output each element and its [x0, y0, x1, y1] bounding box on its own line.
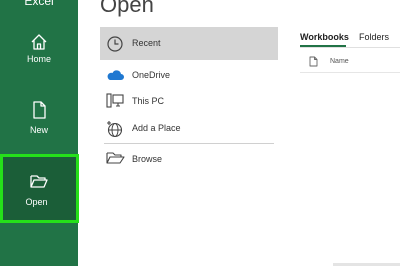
list-header-rule — [300, 72, 400, 73]
backstage-sidebar: Excel Home New Open — [0, 0, 79, 266]
location-recent-label: Recent — [132, 38, 161, 48]
location-add-place-label: Add a Place — [132, 123, 181, 133]
location-onedrive-label: OneDrive — [132, 70, 171, 80]
location-browse-label: Browse — [132, 154, 163, 164]
page-title: Open — [100, 0, 154, 17]
onedrive-cloud-icon — [107, 70, 124, 80]
tabs-rule — [300, 47, 400, 48]
nav-home[interactable]: Home — [0, 30, 78, 96]
computer-icon — [106, 93, 124, 108]
location-this-pc-label: This PC — [132, 96, 165, 106]
globe-add-icon — [107, 121, 123, 138]
folder-icon — [106, 152, 125, 164]
location-onedrive[interactable]: OneDrive — [100, 64, 278, 92]
new-document-icon — [33, 101, 46, 119]
nav-new-label: New — [29, 125, 48, 135]
location-this-pc[interactable]: This PC — [100, 90, 278, 118]
nav-home-label: Home — [26, 54, 51, 64]
home-icon — [31, 34, 47, 50]
open-folder-icon — [30, 175, 48, 188]
nav-open-label: Open — [25, 197, 48, 207]
file-icon — [309, 56, 318, 67]
nav-open[interactable]: Open — [0, 154, 79, 223]
column-header-name[interactable]: Name — [330, 58, 349, 65]
locations-divider — [104, 143, 274, 144]
location-browse[interactable]: Browse — [100, 147, 278, 175]
clock-icon — [107, 36, 123, 52]
tab-folders[interactable]: Folders — [359, 32, 389, 42]
app-title: Excel — [24, 0, 54, 8]
tab-workbooks[interactable]: Workbooks — [300, 32, 349, 42]
location-recent[interactable]: Recent — [100, 27, 278, 60]
location-add-place[interactable]: Add a Place — [100, 117, 278, 145]
